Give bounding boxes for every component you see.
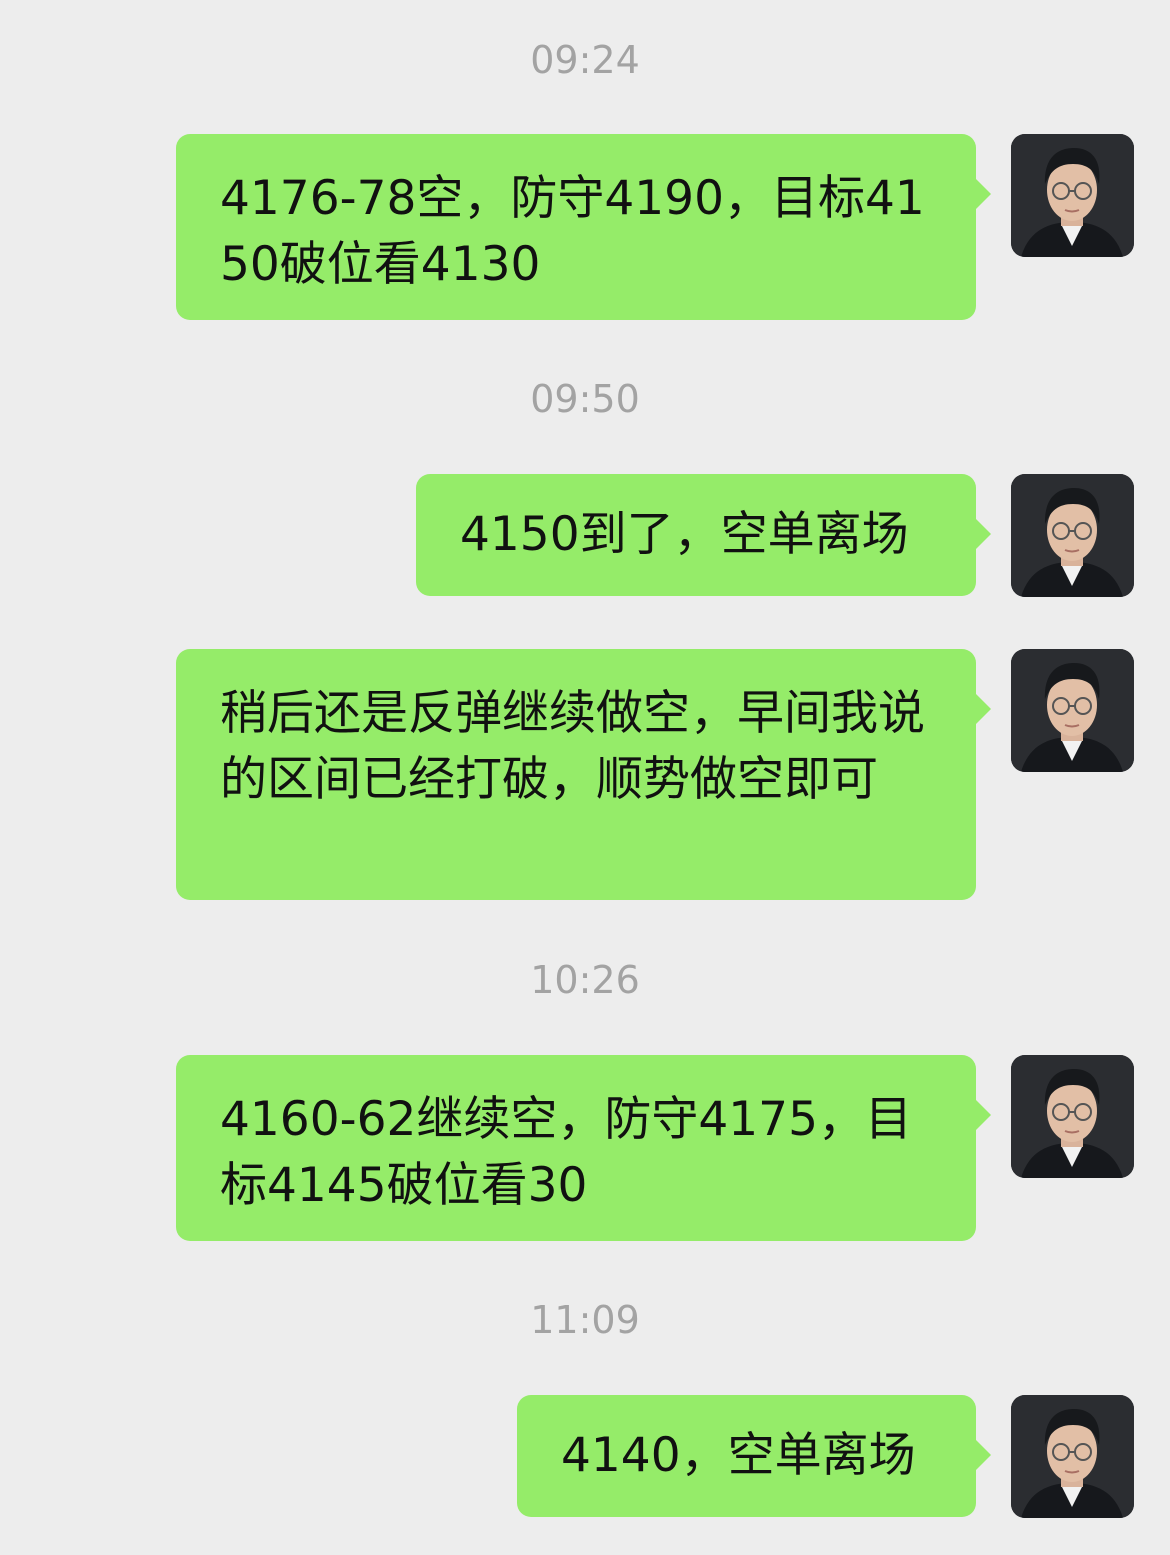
avatar-portrait-icon [1011,1395,1134,1518]
message-text: 4176-78空，防守4190，目标4150破位看4130 [220,171,925,292]
avatar-portrait-icon [1011,649,1134,772]
user-avatar-icon[interactable] [1011,649,1134,772]
message-bubble[interactable]: 4150到了，空单离场 [416,474,991,596]
message-text: 4140，空单离场 [561,1428,916,1483]
message-bubble[interactable]: 4176-78空，防守4190，目标4150破位看4130 [176,134,991,320]
message-bubble[interactable]: 4160-62继续空，防守4175，目标4145破位看30 [176,1055,991,1241]
user-avatar-icon[interactable] [1011,1055,1134,1178]
user-avatar-icon[interactable] [1011,134,1134,257]
message-text: 稍后还是反弹继续做空，早间我说的区间已经打破，顺势做空即可 [220,686,925,807]
user-avatar-icon[interactable] [1011,474,1134,597]
message-text: 4160-62继续空，防守4175，目标4145破位看30 [220,1092,912,1213]
message-bubble[interactable]: 稍后还是反弹继续做空，早间我说的区间已经打破，顺势做空即可 [176,649,991,900]
user-avatar-icon[interactable] [1011,1395,1134,1518]
timestamp: 11:09 [530,1298,640,1342]
avatar-portrait-icon [1011,474,1134,597]
timestamp: 10:26 [530,958,640,1002]
avatar-portrait-icon [1011,134,1134,257]
avatar-portrait-icon [1011,1055,1134,1178]
timestamp: 09:50 [530,377,640,421]
chat-message-list: 09:24 4176-78空，防守4190，目标4150破位看4130 09:5… [0,0,1170,1555]
message-bubble[interactable]: 4140，空单离场 [517,1395,991,1517]
timestamp: 09:24 [530,38,640,82]
message-text: 4150到了，空单离场 [460,507,909,562]
